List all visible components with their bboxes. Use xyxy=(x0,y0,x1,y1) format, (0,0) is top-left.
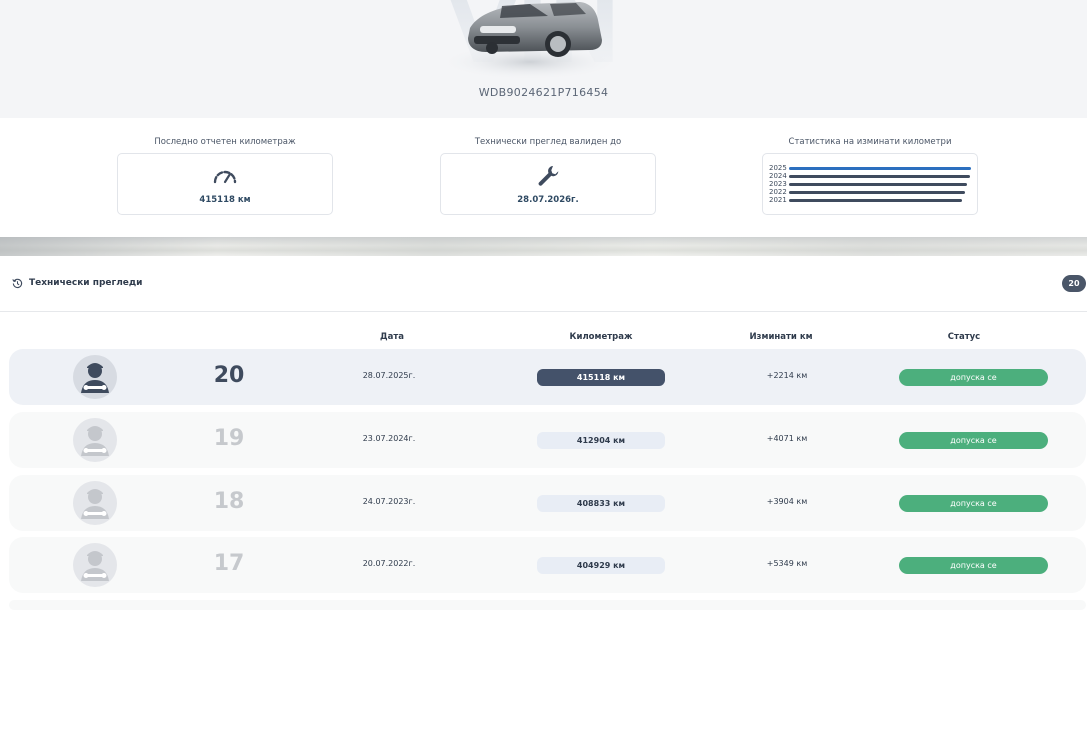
inspection-date: 23.07.2024г. xyxy=(362,434,416,443)
mileage-pill: 412904 км xyxy=(537,432,665,449)
inspection-date: 24.07.2023г. xyxy=(362,497,416,506)
chart-bar xyxy=(789,191,965,194)
km-stats-card[interactable]: 2025 2024 2023 2022 2021 xyxy=(762,153,978,215)
chart-bar-row: 2021 xyxy=(769,196,973,204)
inspections-title: Технически прегледи xyxy=(29,278,143,288)
mileage-label: Последно отчетен километраж xyxy=(154,137,296,147)
km-delta: +2214 км xyxy=(766,371,808,380)
chart-bar-row: 2022 xyxy=(769,188,973,196)
inspection-stat: Технически преглед валиден до 28.07.2026… xyxy=(440,136,656,215)
km-delta: +4071 км xyxy=(766,434,808,443)
vin-number: WDB9024621P716454 xyxy=(478,86,609,99)
car-image: VIN xyxy=(430,0,670,83)
km-stats-label: Статистика на изминати километри xyxy=(788,137,952,147)
km-stats: Статистика на изминати километри 2025 202… xyxy=(762,136,978,215)
km-delta: +5349 км xyxy=(766,559,808,568)
inspection-number: 20 xyxy=(213,363,245,388)
chart-year-label: 2021 xyxy=(769,196,787,204)
inspection-number: 19 xyxy=(213,426,245,451)
mileage-pill: 415118 км xyxy=(537,369,665,386)
mechanic-avatar-icon xyxy=(73,355,117,399)
mechanic-avatar-icon xyxy=(73,418,117,462)
chart-bar xyxy=(789,167,971,170)
inspection-label: Технически преглед валиден до xyxy=(474,137,622,147)
chart-year-label: 2022 xyxy=(769,188,787,196)
chart-bar xyxy=(789,183,967,186)
chart-bar xyxy=(789,175,970,178)
km-delta: +3904 км xyxy=(766,497,808,506)
mileage-stat: Последно отчетен километраж 415118 км xyxy=(117,136,333,215)
inspection-date: 28.07.2025г. xyxy=(362,371,416,380)
table-row[interactable]: 19 23.07.2024г. 412904 км +4071 км допуска с… xyxy=(9,412,1086,468)
inspections-count-badge: 20 xyxy=(1062,275,1086,292)
column-delta: Изминати км xyxy=(749,332,813,342)
km-bar-chart: 2025 2024 2023 2022 2021 xyxy=(769,164,973,206)
history-icon xyxy=(12,278,23,289)
column-status: Статус xyxy=(947,332,981,342)
inspections-header: Технически прегледи 20 xyxy=(0,256,1087,312)
mileage-card[interactable]: 415118 км xyxy=(117,153,333,215)
speedometer-icon xyxy=(213,170,237,184)
status-badge: допуска се xyxy=(899,557,1048,574)
inspection-number: 17 xyxy=(213,551,245,576)
column-date: Дата xyxy=(380,332,404,342)
table-row[interactable]: 17 20.07.2022г. 404929 км +5349 км допуска с… xyxy=(9,537,1086,593)
status-badge: допуска се xyxy=(899,495,1048,512)
status-badge: допуска се xyxy=(899,369,1048,386)
chart-bar xyxy=(789,199,962,202)
inspection-date: 20.07.2022г. xyxy=(362,559,416,568)
chart-bar-row: 2024 xyxy=(769,172,973,180)
chart-bar-row: 2025 xyxy=(769,164,973,172)
wrench-icon xyxy=(538,166,559,186)
inspection-number: 18 xyxy=(213,489,245,514)
chart-year-label: 2025 xyxy=(769,164,787,172)
table-row[interactable]: 20 28.07.2025г. 415118 км +2214 км допуска с… xyxy=(9,349,1086,405)
mileage-pill: 408833 км xyxy=(537,495,665,512)
stats-panel: Последно отчетен километраж 415118 км Те… xyxy=(0,118,1087,238)
chart-year-label: 2024 xyxy=(769,172,787,180)
inspection-card[interactable]: 28.07.2026г. xyxy=(440,153,656,215)
mileage-value: 415118 км xyxy=(199,195,251,205)
inspection-value: 28.07.2026г. xyxy=(517,195,579,205)
table-row[interactable]: 18 24.07.2023г. 408833 км +3904 км допуска с… xyxy=(9,475,1086,531)
table-row-partial xyxy=(9,600,1086,610)
status-badge: допуска се xyxy=(899,432,1048,449)
chart-year-label: 2023 xyxy=(769,180,787,188)
chart-bar-row: 2023 xyxy=(769,180,973,188)
mechanic-avatar-icon xyxy=(73,543,117,587)
vehicle-hero: VIN WDB9024621P716454 xyxy=(0,0,1087,118)
decorative-band xyxy=(0,237,1087,256)
column-km: Километраж xyxy=(569,332,633,342)
mileage-pill: 404929 км xyxy=(537,557,665,574)
mechanic-avatar-icon xyxy=(73,481,117,525)
